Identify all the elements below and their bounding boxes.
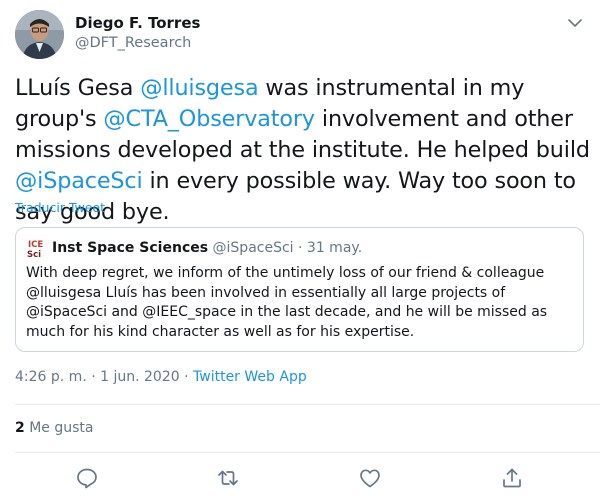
timestamp-separator: · — [179, 369, 194, 385]
likes-number: 2 — [15, 420, 25, 436]
svg-text:Sci: Sci — [27, 250, 41, 258]
chevron-down-icon[interactable] — [564, 12, 586, 34]
quoted-text: With deep regret, we inform of the untim… — [26, 265, 548, 340]
divider — [15, 452, 600, 453]
reply-icon[interactable] — [75, 466, 99, 490]
quoted-tweet[interactable]: ICE Sci Inst Space Sciences @iSpaceSci ·… — [15, 227, 584, 352]
tweet-date[interactable]: 1 jun. 2020 — [100, 369, 180, 385]
likes-label: Me gusta — [29, 420, 94, 436]
timestamp-separator: · — [86, 369, 101, 385]
quoted-author-name[interactable]: Inst Space Sciences — [52, 240, 208, 256]
mention-link[interactable]: @lluisgesa — [140, 75, 258, 101]
tweet-time[interactable]: 4:26 p. m. — [15, 369, 87, 385]
quoted-separator: · — [293, 240, 307, 256]
divider — [15, 404, 600, 405]
translate-tweet-link[interactable]: Traducir Tweet — [15, 200, 105, 215]
quoted-date[interactable]: 31 may. — [307, 240, 362, 256]
tweet-timestamp: 4:26 p. m. · 1 jun. 2020 · Twitter Web A… — [15, 369, 307, 385]
share-icon[interactable] — [500, 466, 524, 490]
tweet-source-link[interactable]: Twitter Web App — [193, 369, 307, 385]
tweet-text-segment: LLuís Gesa — [15, 75, 141, 101]
tweet-card: Diego F. Torres @DFT_Research LLuís Gesa… — [0, 0, 600, 502]
quoted-avatar[interactable]: ICE Sci — [26, 238, 48, 258]
quoted-header: Inst Space Sciences @iSpaceSci · 31 may. — [52, 239, 362, 257]
retweet-icon[interactable] — [216, 466, 240, 490]
mention-link[interactable]: @CTA_Observatory — [103, 106, 315, 132]
author-name[interactable]: Diego F. Torres — [75, 13, 200, 33]
author-handle[interactable]: @DFT_Research — [75, 33, 200, 53]
likes-count[interactable]: 2 Me gusta — [15, 420, 93, 436]
author-block[interactable]: Diego F. Torres @DFT_Research — [75, 13, 200, 53]
heart-icon[interactable] — [358, 466, 382, 490]
mention-link[interactable]: @iSpaceSci — [15, 168, 143, 194]
svg-text:ICE: ICE — [28, 240, 43, 250]
quoted-author-handle[interactable]: @iSpaceSci — [213, 240, 294, 256]
avatar[interactable] — [15, 10, 64, 59]
